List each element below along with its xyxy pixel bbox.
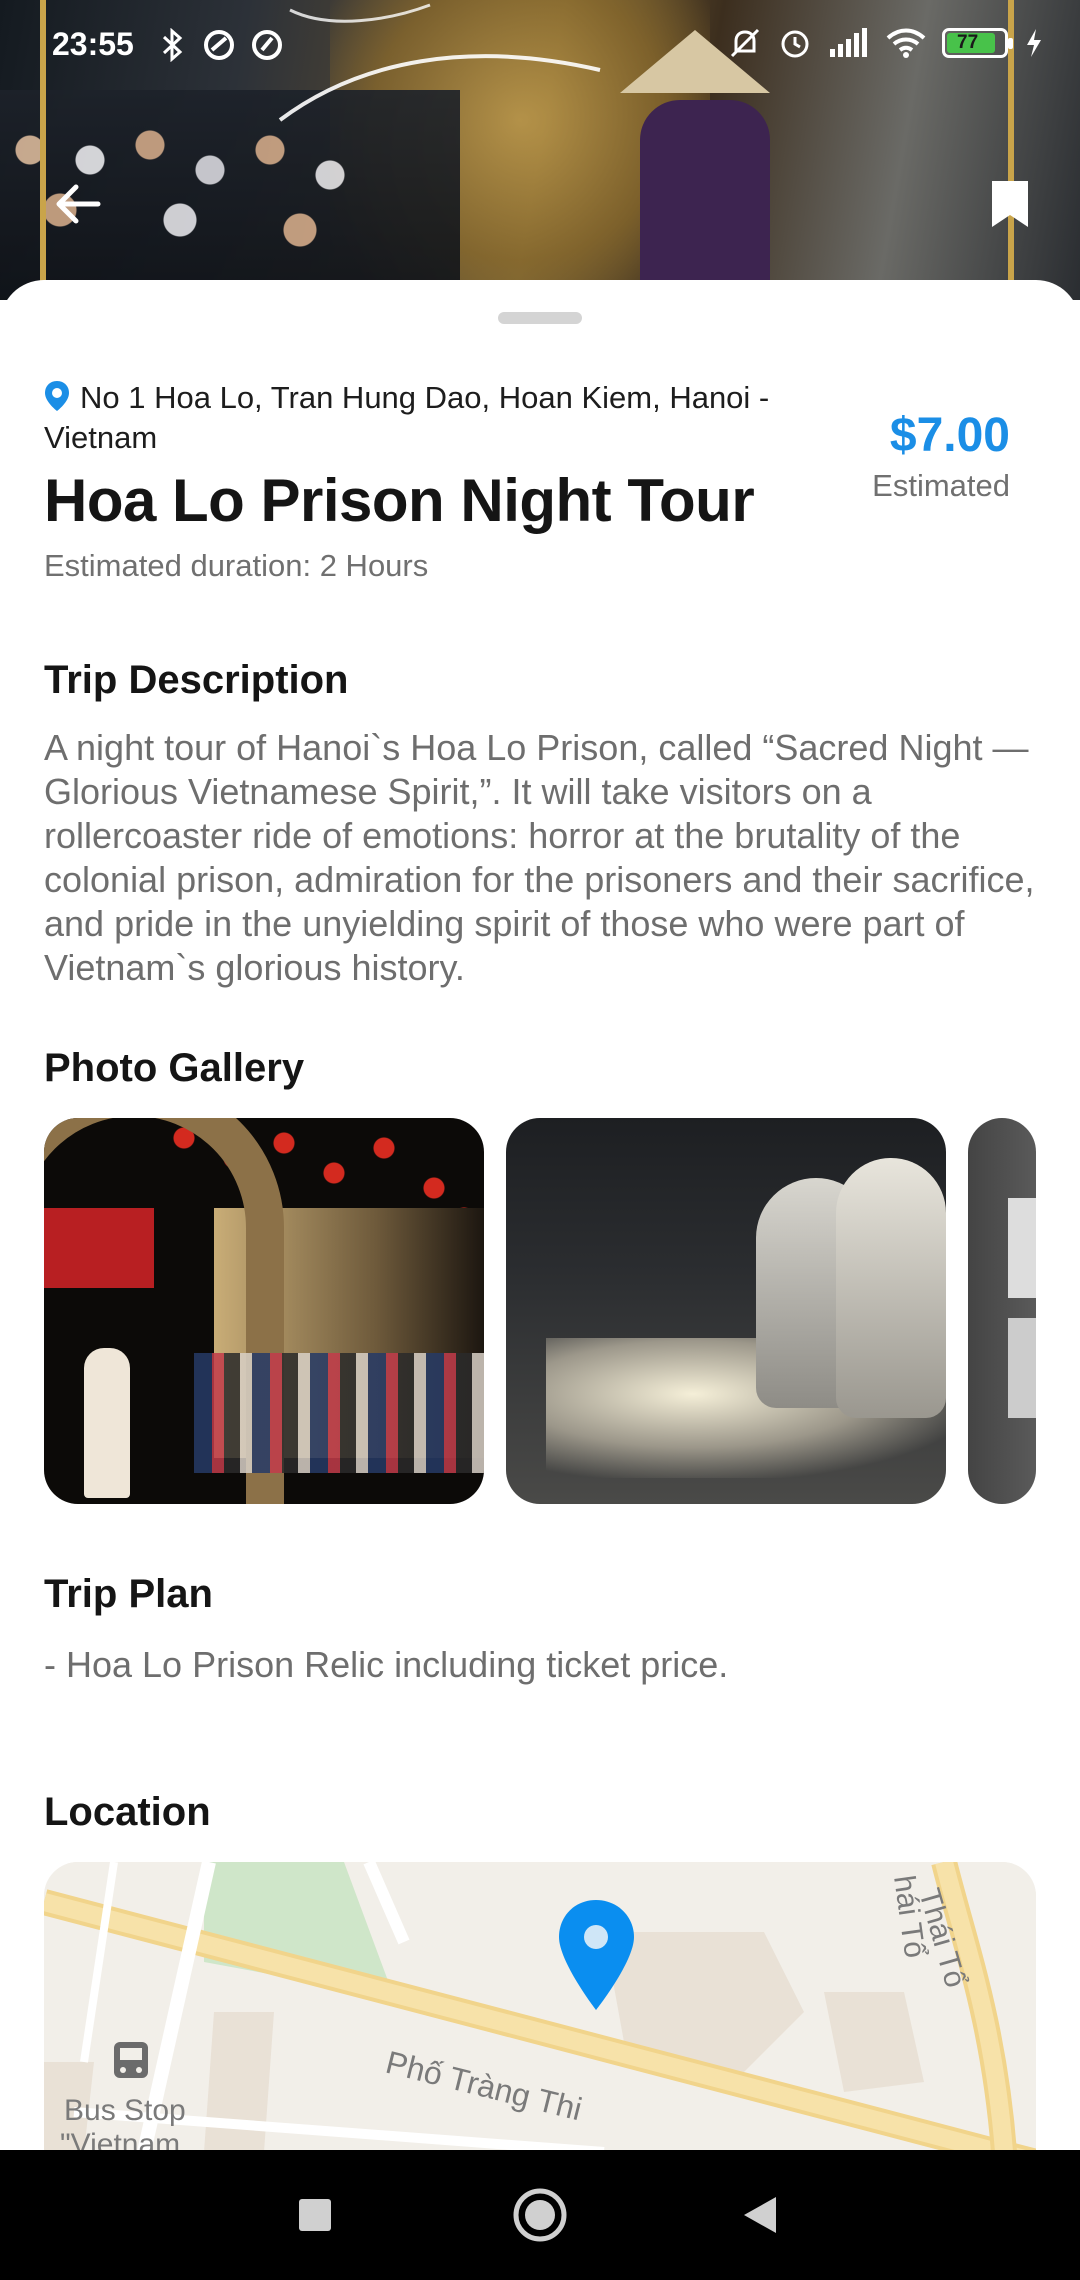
system-nav-bar [0, 2150, 1080, 2280]
photo-frame [1008, 1318, 1036, 1418]
photo-statue [836, 1158, 946, 1418]
triangle-back-icon [744, 2197, 776, 2233]
sheet-drag-handle[interactable] [498, 312, 582, 324]
bookmark-button[interactable] [980, 170, 1040, 238]
gallery-heading: Photo Gallery [44, 1046, 305, 1090]
address-row: No 1 Hoa Lo, Tran Hung Dao, Hoan Kiem, H… [44, 378, 844, 458]
bookmark-icon [992, 181, 1028, 227]
map-label-bus-stop: Bus Stop [64, 2094, 186, 2127]
app-icon [252, 30, 282, 60]
arrow-left-icon [56, 184, 101, 224]
mute-icon [730, 28, 760, 58]
tour-title: Hoa Lo Prison Night Tour [44, 467, 755, 534]
photo-gallery[interactable] [44, 1118, 1036, 1504]
bus-stop-icon [114, 2042, 148, 2078]
back-button[interactable] [44, 170, 112, 238]
location-pin-icon [45, 381, 69, 411]
battery-level: 77 [957, 32, 979, 53]
recents-button[interactable] [280, 2180, 350, 2250]
app-icon [204, 30, 234, 60]
status-time: 23:55 [52, 26, 134, 62]
map-label-bus-stop-name: "Vietnam [60, 2128, 180, 2152]
description-text: A night tour of Hanoi`s Hoa Lo Prison, c… [44, 727, 1035, 988]
location-map[interactable]: Phố Tràng Thi Thái Tổ hái Tổ Bus Stop "V… [44, 1862, 1036, 2152]
tour-price: $7.00 [889, 409, 1010, 462]
plan-heading: Trip Plan [44, 1572, 213, 1616]
square-icon [299, 2199, 331, 2231]
map-canvas: Phố Tràng Thi Thái Tổ hái Tổ Bus Stop "V… [44, 1862, 1036, 2152]
home-button[interactable] [505, 2180, 575, 2250]
gallery-photo[interactable] [44, 1118, 484, 1504]
plan-text: - Hoa Lo Prison Relic including ticket p… [44, 1644, 729, 1685]
bluetooth-icon [162, 28, 183, 62]
wifi-icon [886, 28, 926, 58]
description-heading: Trip Description [44, 658, 349, 702]
status-bar: 23:55 77 [0, 0, 1080, 90]
back-nav-button[interactable] [725, 2180, 795, 2250]
gallery-photo[interactable] [968, 1118, 1036, 1504]
hero-performer [640, 100, 770, 300]
gallery-photo[interactable] [506, 1118, 946, 1504]
home-circle-icon [513, 2188, 567, 2242]
photo-frame [1008, 1198, 1036, 1298]
signal-icon [830, 28, 867, 57]
alarm-icon [781, 30, 809, 58]
photo-guide [84, 1348, 130, 1498]
charging-icon [1027, 29, 1041, 57]
tour-address: No 1 Hoa Lo, Tran Hung Dao, Hoan Kiem, H… [44, 380, 770, 455]
location-heading: Location [44, 1790, 211, 1834]
photo-banner [44, 1208, 154, 1288]
battery-icon: 77 [942, 28, 1013, 58]
photo-crowd [194, 1353, 484, 1473]
tour-duration: Estimated duration: 2 Hours [44, 548, 429, 583]
price-note: Estimated [872, 468, 1010, 503]
details-sheet[interactable]: No 1 Hoa Lo, Tran Hung Dao, Hoan Kiem, H… [0, 280, 1080, 2152]
